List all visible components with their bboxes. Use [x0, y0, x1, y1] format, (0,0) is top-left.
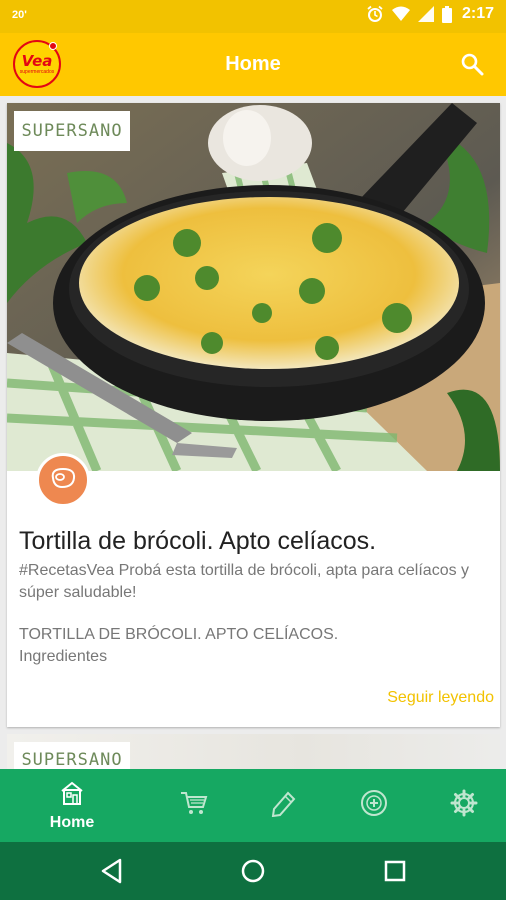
nav-item-home[interactable]: Home	[22, 769, 122, 842]
read-more-link[interactable]: Seguir leyendo	[387, 689, 494, 707]
recipe-card[interactable]: SUPERSANO	[7, 734, 500, 774]
brand-tag-text: SUPERSANO	[21, 750, 123, 770]
recipe-description: #RecetasVea Probá esta tortilla de bróco…	[19, 562, 470, 601]
nav-item-recipes[interactable]	[262, 769, 306, 842]
pencil-icon	[270, 789, 298, 822]
recipe-excerpt-title: TORTILLA DE BRÓCOLI. APTO CELÍACOS.	[19, 626, 339, 643]
alarm-icon	[366, 5, 384, 23]
search-icon[interactable]	[460, 52, 484, 81]
add-circle-icon	[360, 789, 388, 822]
meat-icon	[49, 466, 77, 495]
gear-icon	[450, 789, 478, 822]
nav-item-cart[interactable]	[172, 769, 216, 842]
logo-dot	[49, 42, 57, 50]
wifi-icon	[391, 6, 410, 22]
home-circle-icon[interactable]	[238, 856, 268, 886]
system-nav-bar	[0, 842, 506, 900]
bottom-nav: Home	[0, 769, 506, 842]
recipe-image[interactable]: SUPERSANO	[7, 103, 500, 471]
cart-icon	[180, 790, 208, 821]
status-time: 2:17	[461, 5, 494, 22]
brand-tag-text: SUPERSANO	[21, 121, 123, 141]
battery-icon	[441, 5, 452, 23]
recipe-excerpt-ingredients: Ingredientes	[19, 648, 108, 665]
recents-icon[interactable]	[380, 856, 410, 886]
nav-item-settings[interactable]	[442, 769, 486, 842]
status-bar: 20' 2:17	[0, 0, 506, 33]
recipe-card[interactable]: SUPERSANO Tortilla de brócoli. Apto celí…	[7, 103, 500, 727]
brand-tag: SUPERSANO	[14, 111, 130, 151]
page-title: Home	[225, 53, 281, 75]
back-icon[interactable]	[97, 856, 127, 886]
nav-label-home: Home	[49, 813, 95, 831]
status-left-text: 20'	[12, 9, 27, 21]
home-icon	[59, 780, 85, 811]
app-bar: Vea supermercados Home	[0, 33, 506, 96]
signal-icon	[417, 6, 434, 22]
nav-item-add[interactable]	[352, 769, 396, 842]
recipe-title: Tortilla de brócoli. Apto celíacos.	[19, 527, 377, 555]
recipe-excerpt: TORTILLA DE BRÓCOLI. APTO CELÍACOS. Ingr…	[19, 624, 489, 668]
category-badge	[36, 453, 90, 507]
